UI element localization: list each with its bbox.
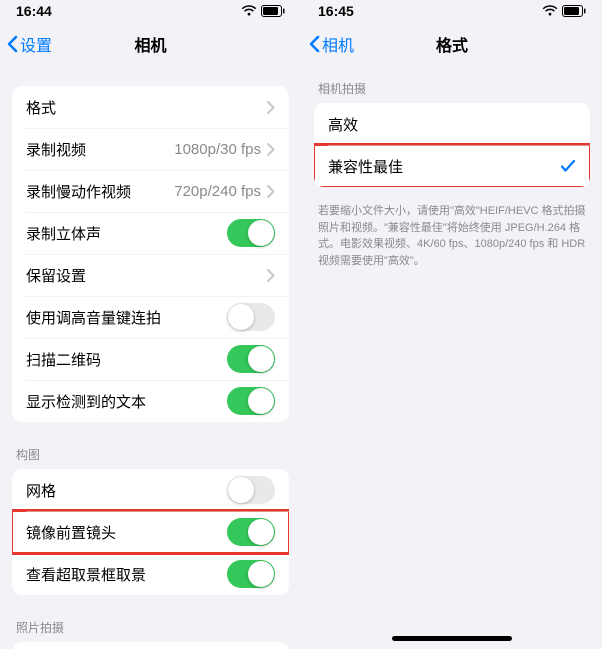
chevron-right-icon [267,269,275,282]
row-label: 保留设置 [26,265,267,286]
toggle-volume-burst[interactable] [227,303,275,331]
row-label: 查看超取景框取景 [26,564,227,585]
toggle-view-outside[interactable] [227,560,275,588]
status-right [542,5,586,17]
status-time: 16:44 [16,3,52,19]
row-label: 录制立体声 [26,223,227,244]
toggle-grid[interactable] [227,476,275,504]
row-record-slomo[interactable]: 录制慢动作视频 720p/240 fps [12,170,289,212]
row-most-compatible[interactable]: 兼容性最佳 [314,145,590,187]
row-view-outside[interactable]: 查看超取景框取景 [12,553,289,595]
row-label: 录制视频 [26,139,174,160]
wifi-icon [542,5,558,17]
status-bar: 16:45 [302,0,602,22]
nav-bar: 设置 相机 [0,22,301,66]
chevron-right-icon [267,101,275,114]
status-bar: 16:44 [0,0,301,22]
row-label: 使用调高音量键连拍 [26,307,227,328]
phone-formats-settings: 16:45 相机 格式 相机拍摄 高效 兼容性最佳 [301,0,602,649]
phone-camera-settings: 16:44 设置 相机 格式 录制视频 1080p/30 [0,0,301,649]
row-label: 镜像前置镜头 [26,522,227,543]
home-indicator[interactable] [392,636,512,641]
row-label: 录制慢动作视频 [26,181,174,202]
row-scan-qr[interactable]: 扫描二维码 [12,338,289,380]
chevron-right-icon [267,143,275,156]
chevron-left-icon [308,35,320,53]
section-header-camera-capture: 相机拍摄 [302,66,602,103]
row-detected-text[interactable]: 显示检测到的文本 [12,380,289,422]
back-label: 相机 [322,32,354,56]
row-label: 扫描二维码 [26,349,227,370]
toggle-detected-text[interactable] [227,387,275,415]
row-stereo[interactable]: 录制立体声 [12,212,289,254]
row-label: 显示检测到的文本 [26,391,227,412]
wifi-icon [241,5,257,17]
toggle-mirror-front[interactable] [227,518,275,546]
chevron-left-icon [6,35,18,53]
back-button[interactable]: 相机 [302,32,354,56]
chevron-right-icon [267,185,275,198]
row-detail: 1080p/30 fps [174,141,261,158]
row-preserve[interactable]: 保留设置 [12,254,289,296]
formats-content: 相机拍摄 高效 兼容性最佳 若要缩小文件大小，请使用"高效"HEIF/HEVC … [302,66,602,649]
back-button[interactable]: 设置 [0,32,52,56]
row-formats[interactable]: 格式 [12,86,289,128]
row-label: 高效 [328,114,576,135]
row-record-video[interactable]: 录制视频 1080p/30 fps [12,128,289,170]
status-time: 16:45 [318,3,354,19]
toggle-stereo[interactable] [227,219,275,247]
row-label: 兼容性最佳 [328,156,560,177]
row-label: 格式 [26,97,267,118]
row-label: 网格 [26,480,227,501]
nav-bar: 相机 格式 [302,22,602,66]
row-grid[interactable]: 网格 [12,469,289,511]
row-photographic-styles[interactable]: 摄影风格 [12,642,289,649]
battery-icon [261,5,285,17]
status-right [241,5,285,17]
row-high-efficiency[interactable]: 高效 [314,103,590,145]
row-volume-burst[interactable]: 使用调高音量键连拍 [12,296,289,338]
battery-icon [562,5,586,17]
row-mirror-front[interactable]: 镜像前置镜头 [12,511,289,553]
section-header-composition: 构图 [0,432,301,469]
group-main: 格式 录制视频 1080p/30 fps 录制慢动作视频 720p/240 fp… [12,86,289,422]
row-detail: 720p/240 fps [174,183,261,200]
section-header-photo-capture: 照片拍摄 [0,605,301,642]
group-photo-capture: 摄影风格 [12,642,289,649]
footer-text: 若要缩小文件大小，请使用"高效"HEIF/HEVC 格式拍摄照片和视频。"兼容性… [302,197,602,269]
settings-content: 格式 录制视频 1080p/30 fps 录制慢动作视频 720p/240 fp… [0,66,301,649]
group-formats: 高效 兼容性最佳 [314,103,590,187]
toggle-scan-qr[interactable] [227,345,275,373]
checkmark-icon [560,158,576,174]
back-label: 设置 [20,32,52,56]
group-composition: 网格 镜像前置镜头 查看超取景框取景 [12,469,289,595]
